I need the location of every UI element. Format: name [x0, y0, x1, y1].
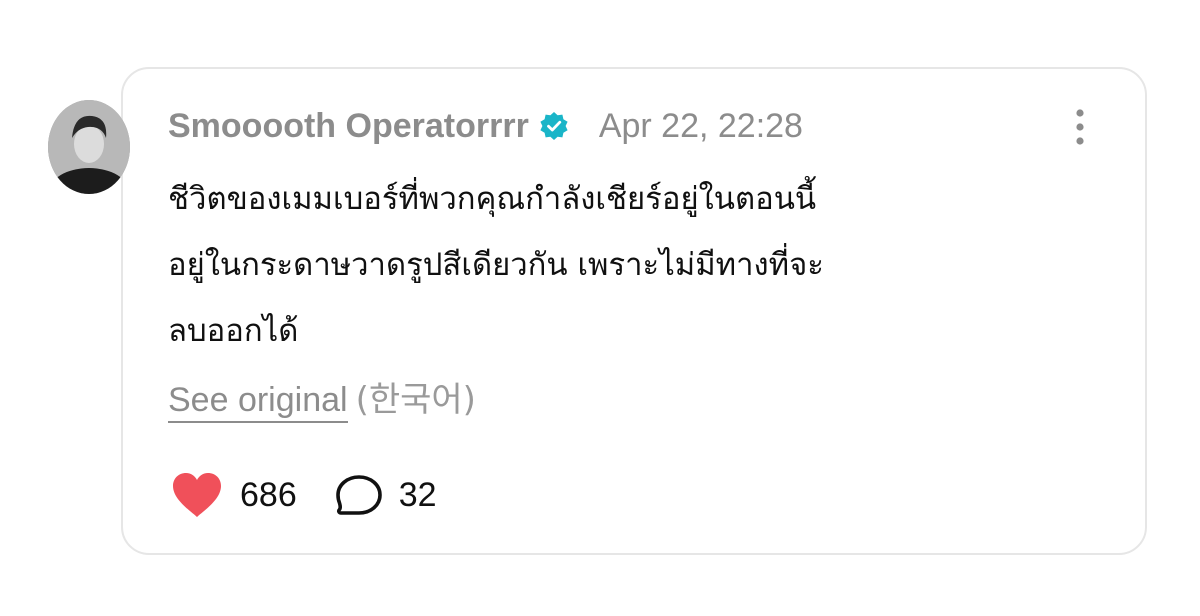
- like-button[interactable]: 686: [170, 471, 297, 519]
- see-original-link[interactable]: See original: [168, 381, 348, 423]
- more-vertical-icon[interactable]: [1068, 108, 1092, 146]
- avatar-image: [48, 100, 130, 194]
- post-actions: 686 32: [170, 470, 437, 520]
- author-name[interactable]: Smooooth Operatorrrr: [168, 107, 529, 146]
- post-body-text: ชีวิตของเมมเบอร์ที่พวกคุณกำลังเชียร์อยู่…: [168, 181, 824, 349]
- comment-button[interactable]: 32: [335, 474, 437, 516]
- verified-badge-icon: [539, 111, 569, 141]
- translation-info: See original (한국어): [168, 372, 476, 423]
- comment-bubble-icon: [335, 475, 382, 515]
- likes-count: 686: [240, 475, 297, 514]
- post-timestamp: Apr 22, 22:28: [598, 106, 803, 145]
- heart-icon: [173, 473, 221, 517]
- comments-count: 32: [398, 475, 437, 514]
- avatar[interactable]: [48, 100, 130, 194]
- original-language-label: (한국어): [355, 380, 476, 420]
- post-header: Smooooth Operatorrrr Apr 22, 22:28: [168, 104, 803, 148]
